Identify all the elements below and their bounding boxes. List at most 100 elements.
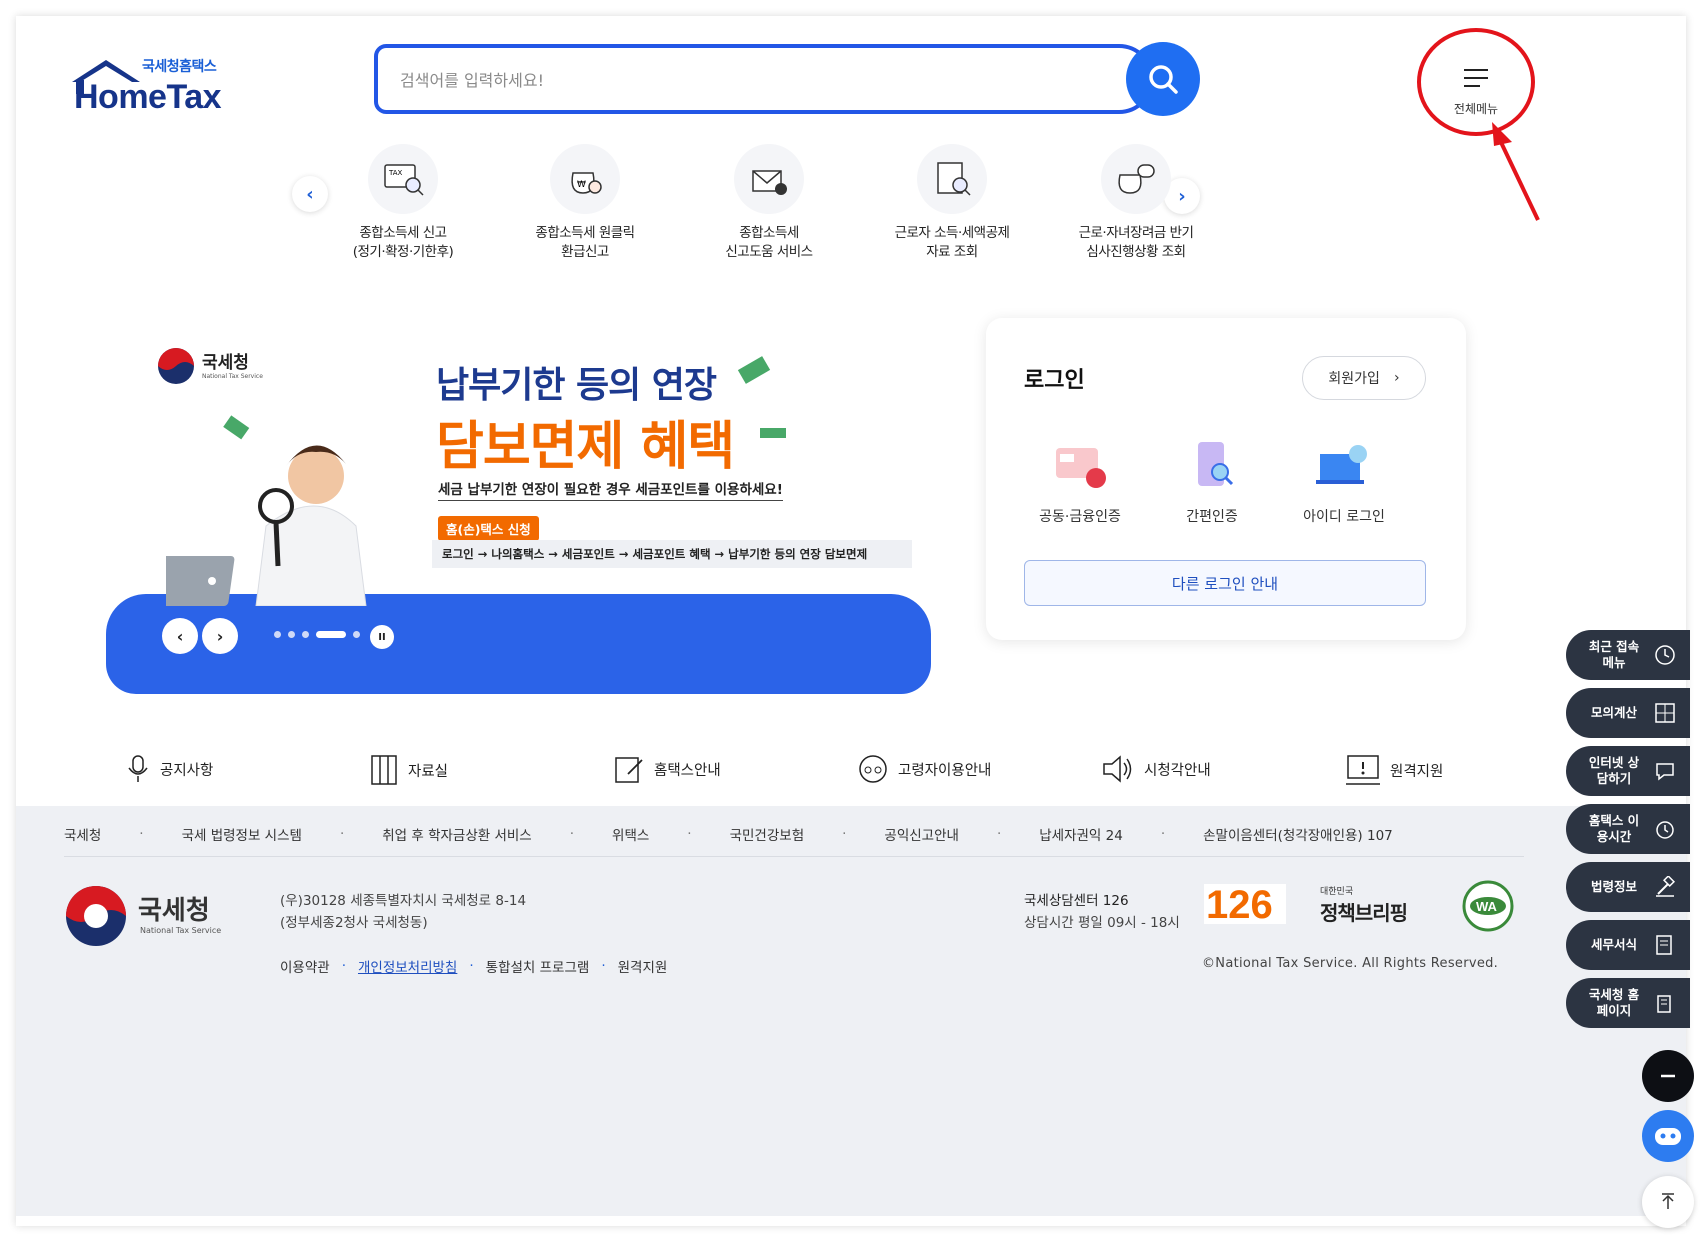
footer-org: 국세청 <box>138 896 210 926</box>
footer-divider <box>64 856 1524 857</box>
microphone-icon <box>128 755 148 782</box>
side-menu-law[interactable]: 법령정보 <box>1566 862 1690 912</box>
banner-prev-button[interactable]: ‹ <box>162 618 198 654</box>
robot-icon <box>1655 1128 1681 1145</box>
document-search-icon <box>917 144 987 214</box>
money-bundle-icon <box>760 428 786 438</box>
utility-remote[interactable]: 원격지원 <box>1346 754 1443 786</box>
nts-emblem-icon <box>158 348 194 384</box>
search-input[interactable] <box>400 66 1000 94</box>
quick-item-line1: 종합소득세 <box>739 225 799 241</box>
login-option[interactable]: 아이디 로그인 <box>1284 436 1404 526</box>
banner-pause-button[interactable]: II <box>370 625 394 649</box>
utility-elderly[interactable]: 고령자이용안내 <box>858 754 991 784</box>
side-menu-consult[interactable]: 인터넷 상담하기 <box>1566 746 1690 796</box>
login-option-label: 아이디 로그인 <box>1303 509 1385 525</box>
pagination-dot[interactable] <box>302 631 309 638</box>
quick-item-line2: (정기·확정·기한후) <box>352 244 454 260</box>
wa-certification-logo[interactable]: WA <box>1454 880 1522 932</box>
footer-link[interactable]: 국세청 <box>64 824 101 844</box>
policy-briefing-logo[interactable]: 대한민국 정책브리핑 <box>1320 884 1420 928</box>
utility-label: 홈택스안내 <box>654 762 721 779</box>
footer-link-privacy[interactable]: 개인정보처리방침 <box>358 956 457 976</box>
promo-banner[interactable]: 국세청 National Tax Service 납부기한 등의 연장 담보면제 … <box>106 326 936 696</box>
side-menu-hours[interactable]: 홈택스 이용시간 <box>1566 804 1690 854</box>
quick-item-line1: 근로·자녀장려금 반기 <box>1078 225 1194 241</box>
search-button[interactable] <box>1126 42 1200 116</box>
briefing-text: 정책브리핑 <box>1320 901 1408 925</box>
login-option-label: 공동·금융인증 <box>1039 509 1121 525</box>
quick-item[interactable]: 근로자 소득·세액공제 자료 조회 <box>862 144 1042 262</box>
money-bag-search-icon: ₩ <box>550 144 620 214</box>
banner-pagination[interactable] <box>274 631 360 638</box>
side-menu-label: 최근 접속메뉴 <box>1588 639 1640 670</box>
join-label: 회원가입 <box>1328 371 1380 387</box>
pagination-dot-active[interactable] <box>316 631 346 638</box>
pagination-dot[interactable] <box>274 631 281 638</box>
banner-org: 국세청 National Tax Service <box>202 353 263 380</box>
svg-text:₩: ₩ <box>577 180 586 190</box>
quick-item[interactable]: ₩ 종합소득세 원클릭 환급신고 <box>495 144 675 262</box>
utility-archive[interactable]: 자료실 <box>370 754 448 786</box>
svg-text:TAX: TAX <box>388 169 403 177</box>
page: 국세청홈택스 HomeTax 전체메뉴 ‹ › TAX 종합소득세 신고(정기·… <box>16 16 1686 1226</box>
address-line: (우)30128 세종특별자치시 국세청로 8-14 <box>280 893 527 909</box>
banner-next-button[interactable]: › <box>202 618 238 654</box>
banner-headline-2: 담보면제 혜택 <box>436 417 735 477</box>
login-option[interactable]: 간편인증 <box>1152 436 1272 526</box>
calculator-icon <box>1655 703 1675 723</box>
logo-main-text: HomeTax <box>74 78 222 116</box>
side-menu-forms[interactable]: 세무서식 <box>1566 920 1690 970</box>
elderly-icon <box>859 755 887 783</box>
remote-support-icon <box>1346 755 1380 785</box>
utility-notice[interactable]: 공지사항 <box>126 754 213 784</box>
footer-link[interactable]: 위택스 <box>612 824 649 844</box>
chevron-right-icon: › <box>1393 370 1400 386</box>
badge-126-logo[interactable]: 126 <box>1204 882 1286 926</box>
footer-address: (우)30128 세종특별자치시 국세청로 8-14 (정부세종2청사 국세청동… <box>280 890 526 934</box>
login-option[interactable]: 공동·금융인증 <box>1020 436 1140 526</box>
footer-link[interactable]: 국세 법령정보 시스템 <box>182 824 302 844</box>
side-menu-calc[interactable]: 모의계산 <box>1566 688 1690 738</box>
footer-link[interactable]: 납세자권익 24 <box>1039 824 1123 844</box>
banner-path: 로그인 → 나의홈택스 → 세금포인트 → 세금포인트 혜택 → 납부기한 등의… <box>432 540 912 568</box>
footer-link[interactable]: 통합설치 프로그램 <box>486 956 590 976</box>
footer: 국세청 · 국세 법령정보 시스템 · 취업 후 학자금상환 서비스 · 위택스 · 국… <box>16 806 1686 1216</box>
search-icon <box>1149 65 1178 94</box>
call-center-hours: 상담시간 평일 09시 - 18시 <box>1024 915 1180 931</box>
join-button[interactable]: 회원가입 › <box>1302 356 1426 400</box>
collapse-menu-button[interactable] <box>1642 1050 1694 1102</box>
pagination-dot[interactable] <box>353 631 360 638</box>
chatbot-button[interactable] <box>1642 1110 1694 1162</box>
quick-item-line1: 종합소득세 신고 <box>359 225 447 241</box>
banner-headline-1: 납부기한 등의 연장 <box>436 365 717 406</box>
separator-dot: · <box>341 958 346 974</box>
other-login-button[interactable]: 다른 로그인 안내 <box>1024 560 1426 606</box>
search-box <box>374 44 1154 114</box>
edit-document-icon <box>615 757 643 783</box>
hometax-logo[interactable]: 국세청홈택스 HomeTax <box>62 52 232 122</box>
utility-label: 공지사항 <box>160 762 214 779</box>
utility-av[interactable]: 시청각안내 <box>1102 754 1211 784</box>
footer-link[interactable]: 손말이음센터(청각장애인용) 107 <box>1203 824 1393 844</box>
pagination-dot[interactable] <box>288 631 295 638</box>
footer-link[interactable]: 공익신고안내 <box>884 824 959 844</box>
scroll-top-button[interactable] <box>1642 1176 1694 1228</box>
side-menu-homepage[interactable]: 국세청 홈페이지 <box>1566 978 1690 1028</box>
quick-item[interactable]: TAX 종합소득세 신고 (정기·확정·기한후) <box>313 144 493 262</box>
quick-item[interactable]: 종합소득세 신고도움 서비스 <box>679 144 859 262</box>
utility-label: 원격지원 <box>1390 763 1444 780</box>
footer-link[interactable]: 취업 후 학자금상환 서비스 <box>382 824 532 844</box>
footer-link[interactable]: 국민건강보험 <box>730 824 805 844</box>
footer-link[interactable]: 이용약관 <box>280 956 330 976</box>
footer-link[interactable]: 원격지원 <box>618 956 668 976</box>
speaker-icon <box>1103 755 1132 783</box>
form-icon <box>1656 935 1672 955</box>
utility-guide[interactable]: 홈택스안내 <box>614 754 721 784</box>
badge-126-text: 126 <box>1206 883 1273 926</box>
quick-item[interactable]: 근로·자녀장려금 반기 심사진행상황 조회 <box>1046 144 1226 262</box>
copyright: ©National Tax Service. All Rights Reserv… <box>1202 956 1499 971</box>
side-menu-recent[interactable]: 최근 접속메뉴 <box>1566 630 1690 680</box>
side-menu-label: 모의계산 <box>1590 705 1637 720</box>
laptop-power-icon <box>1314 436 1374 496</box>
